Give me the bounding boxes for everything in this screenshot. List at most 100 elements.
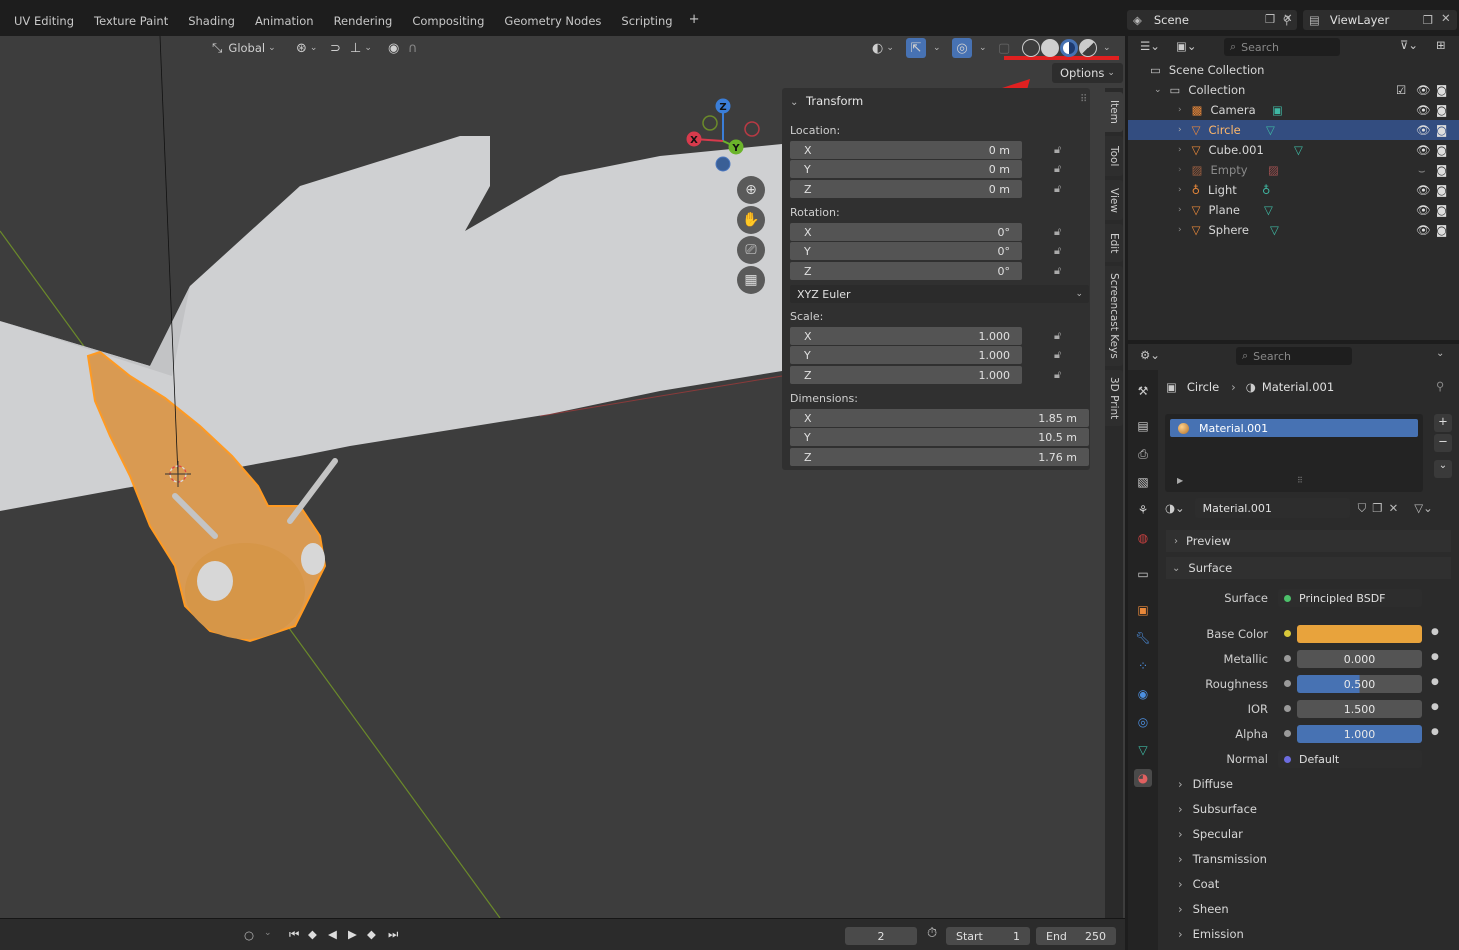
- camera-render-icon[interactable]: ◙: [1436, 223, 1447, 237]
- wireframe-shading-button[interactable]: [1022, 39, 1040, 57]
- properties-search-input[interactable]: ⌕ Search: [1236, 347, 1352, 365]
- duplicate-material-icon[interactable]: ❐: [1372, 501, 1382, 515]
- surface-panel-header[interactable]: ⌄ Surface: [1166, 557, 1451, 579]
- visibility-dropdown[interactable]: ◐ ⌄: [872, 38, 894, 58]
- material-slot-item[interactable]: Material.001: [1170, 419, 1418, 437]
- camera-render-icon[interactable]: ◙: [1436, 143, 1447, 157]
- delete-viewlayer-icon[interactable]: ✕: [1441, 11, 1451, 25]
- tab-tool[interactable]: Tool: [1105, 136, 1123, 176]
- keyframe-dot-icon[interactable]: ●: [1431, 652, 1439, 662]
- scale-z-field[interactable]: Z 1.000: [790, 366, 1022, 384]
- color-socket-icon[interactable]: [1284, 630, 1291, 637]
- chevron-down-icon[interactable]: ⌄: [264, 928, 272, 938]
- keyframe-dot-icon[interactable]: ●: [1431, 627, 1439, 637]
- location-x-field[interactable]: X0 m: [790, 141, 1022, 159]
- diffuse-panel[interactable]: › Diffuse: [1166, 773, 1451, 795]
- jump-end-icon[interactable]: ⏭: [388, 927, 398, 942]
- current-frame-field[interactable]: 2: [845, 927, 917, 945]
- editor-type-icon[interactable]: ⚙⌄: [1140, 348, 1160, 362]
- add-workspace-icon[interactable]: +: [683, 10, 706, 30]
- lock-icon[interactable]: 🔓︎: [1054, 162, 1061, 176]
- lock-icon[interactable]: 🔓︎: [1054, 348, 1061, 362]
- perspective-grid-icon[interactable]: ▦: [737, 266, 765, 294]
- scene-tab-icon[interactable]: ⚘: [1134, 501, 1152, 519]
- rotation-mode-dropdown[interactable]: XYZ Euler ⌄: [790, 285, 1089, 303]
- value-socket-icon[interactable]: [1284, 730, 1291, 737]
- pan-hand-icon[interactable]: ✋: [737, 206, 765, 234]
- tab-shading[interactable]: Shading: [178, 12, 245, 30]
- play-icon[interactable]: ▶: [348, 927, 357, 941]
- constraints-tab-icon[interactable]: ◎: [1134, 713, 1152, 731]
- solid-shading-button[interactable]: [1041, 39, 1059, 57]
- normal-field[interactable]: Default: [1278, 750, 1422, 768]
- outliner-item-plane[interactable]: › ▽ Plane ▽ 👁︎ ◙: [1128, 200, 1459, 220]
- transmission-panel[interactable]: › Transmission: [1166, 848, 1451, 870]
- tab-uv-editing[interactable]: UV Editing: [4, 12, 84, 30]
- material-preview-button[interactable]: [1060, 39, 1078, 57]
- outliner-collection[interactable]: ⌄ ▭ Collection ☑ 👁︎ ◙: [1128, 80, 1459, 100]
- tab-edit[interactable]: Edit: [1105, 224, 1123, 262]
- transform-header[interactable]: ⌄ Transform: [790, 94, 863, 108]
- surface-shader-field[interactable]: Principled BSDF: [1278, 589, 1422, 607]
- zoom-icon[interactable]: ⊕: [737, 176, 765, 204]
- eye-icon[interactable]: 👁︎: [1416, 123, 1431, 137]
- tab-item[interactable]: Item: [1105, 92, 1123, 132]
- tab-3d-print[interactable]: 3D Print: [1105, 370, 1123, 426]
- shading-dropdown[interactable]: ⌄: [1100, 38, 1111, 58]
- base-color-swatch[interactable]: [1297, 625, 1422, 643]
- overlays-dropdown[interactable]: ⌄: [976, 38, 987, 58]
- remove-slot-button[interactable]: −: [1434, 434, 1452, 452]
- unlink-material-icon[interactable]: ✕: [1389, 501, 1399, 515]
- particles-tab-icon[interactable]: ⁘: [1134, 657, 1152, 675]
- preview-panel-header[interactable]: › Preview: [1166, 530, 1451, 552]
- camera-render-icon[interactable]: ◙: [1436, 103, 1447, 117]
- physics-tab-icon[interactable]: ◉: [1134, 685, 1152, 703]
- material-tab-icon[interactable]: ◕: [1134, 769, 1152, 787]
- gizmo-dropdown[interactable]: ⌄: [930, 38, 941, 58]
- dimensions-x-field[interactable]: X 1.85 m: [790, 409, 1089, 427]
- eye-icon[interactable]: 👁︎: [1416, 103, 1431, 117]
- camera-render-icon[interactable]: ◙: [1436, 163, 1447, 177]
- scale-x-field[interactable]: X 1.000: [790, 327, 1022, 345]
- eye-icon[interactable]: 👁︎: [1416, 183, 1431, 197]
- chevron-down-icon[interactable]: ⌄: [1436, 348, 1444, 359]
- display-mode-icon[interactable]: ▣⌄: [1176, 39, 1197, 53]
- proportional-edit-toggle[interactable]: ◉: [388, 38, 399, 58]
- output-tab-icon[interactable]: ⎙: [1134, 445, 1152, 463]
- gizmo-toggle[interactable]: ⇱: [906, 38, 926, 58]
- eye-icon[interactable]: 👁︎: [1416, 83, 1431, 97]
- outliner-item-empty[interactable]: › ▨ Empty ▨ ⌣ ◙: [1128, 160, 1459, 180]
- chevron-right-icon[interactable]: ›: [1178, 145, 1182, 155]
- tab-view[interactable]: View: [1105, 180, 1123, 220]
- link-data-icon[interactable]: ▽⌄: [1414, 501, 1432, 515]
- outliner-item-sphere[interactable]: › ▽ Sphere ▽ 👁︎ ◙: [1128, 220, 1459, 240]
- proportional-falloff[interactable]: ∩: [408, 38, 418, 58]
- lock-icon[interactable]: 🔓︎: [1054, 329, 1061, 343]
- eye-closed-icon[interactable]: ⌣: [1418, 163, 1426, 178]
- next-keyframe-icon[interactable]: ◆: [367, 927, 376, 941]
- snap-toggle[interactable]: ⊃: [330, 38, 341, 58]
- collection-tab-icon[interactable]: ▭: [1134, 565, 1152, 583]
- camera-data-icon[interactable]: ▣: [1272, 103, 1283, 117]
- data-tab-icon[interactable]: ▽: [1134, 741, 1152, 759]
- chevron-right-icon[interactable]: ›: [1178, 225, 1182, 235]
- new-collection-icon[interactable]: ⊞: [1436, 38, 1446, 52]
- options-dropdown[interactable]: Options ⌄: [1052, 63, 1123, 83]
- metallic-field[interactable]: 0.000: [1297, 650, 1422, 668]
- coat-panel[interactable]: › Coat: [1166, 873, 1451, 895]
- orientation-dropdown[interactable]: ⤡ Global ⌄: [212, 38, 276, 58]
- add-slot-button[interactable]: +: [1434, 414, 1452, 432]
- tab-compositing[interactable]: Compositing: [402, 12, 494, 30]
- keyframe-dot-icon[interactable]: ●: [1431, 702, 1439, 712]
- keyframe-dot-icon[interactable]: ●: [1431, 677, 1439, 687]
- pivot-point-dropdown[interactable]: ⊛ ⌄: [296, 38, 317, 58]
- filter-icon[interactable]: ⊽⌄: [1400, 38, 1418, 52]
- modifier-wrench-icon[interactable]: 🔧︎: [1134, 629, 1152, 647]
- camera-render-icon[interactable]: ◙: [1436, 183, 1447, 197]
- expand-icon[interactable]: ▶: [1177, 476, 1183, 485]
- outliner-item-camera[interactable]: › ▩ Camera ▣ 👁︎ ◙: [1128, 100, 1459, 120]
- tab-texture-paint[interactable]: Texture Paint: [84, 12, 178, 30]
- new-scene-icon[interactable]: ❐: [1265, 12, 1275, 26]
- lock-icon[interactable]: 🔓︎: [1054, 244, 1061, 258]
- subsurface-panel[interactable]: › Subsurface: [1166, 798, 1451, 820]
